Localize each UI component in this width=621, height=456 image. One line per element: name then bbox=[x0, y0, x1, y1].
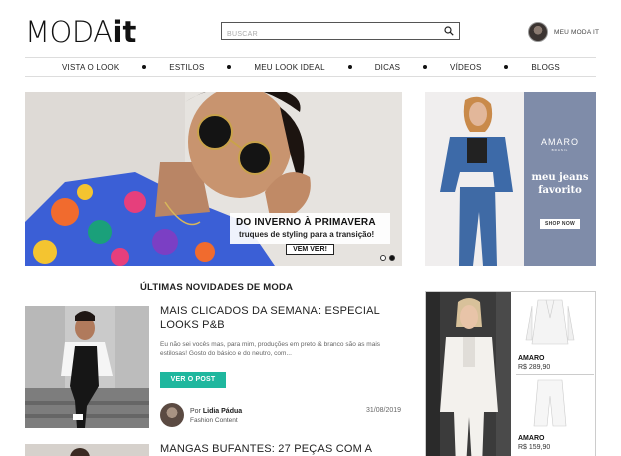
nav-separator bbox=[504, 65, 509, 69]
post-thumbnail[interactable] bbox=[25, 444, 149, 456]
search-icon[interactable] bbox=[444, 26, 454, 36]
read-post-button[interactable]: VER O POST bbox=[160, 372, 226, 388]
nav-item-vista-o-look[interactable]: VISTA O LOOK bbox=[62, 63, 119, 72]
author-avatar[interactable] bbox=[160, 403, 184, 427]
carousel-dot-active[interactable] bbox=[389, 255, 395, 261]
nav-item-blogs[interactable]: BLOGS bbox=[531, 63, 560, 72]
carousel-dots bbox=[380, 255, 395, 261]
carousel-dot[interactable] bbox=[380, 255, 386, 261]
search-box bbox=[221, 22, 460, 43]
post-thumbnail[interactable] bbox=[25, 306, 149, 428]
user-avatar[interactable] bbox=[528, 22, 548, 42]
nav-item-dicas[interactable]: DICAS bbox=[375, 63, 400, 72]
amaro-ad-banner[interactable]: AMARO BRASIL meu jeans favorito SHOP NOW bbox=[425, 92, 596, 266]
amaro-headline-1: meu jeans bbox=[531, 172, 589, 183]
post-date: 31/08/2019 bbox=[366, 407, 402, 414]
nav-separator bbox=[423, 65, 428, 69]
post-title[interactable]: MANGAS BUFANTES: 27 PEÇAS COM A bbox=[160, 443, 372, 455]
ad-product-2[interactable]: AMARO R$ 159,90 bbox=[516, 376, 594, 451]
post-category[interactable]: Fashion Content bbox=[190, 417, 238, 424]
ad-model-image bbox=[426, 292, 511, 456]
post-title[interactable]: MAIS CLICADOS DA SEMANA: ESPECIAL LOOKS … bbox=[160, 304, 395, 332]
ad-product-price: R$ 289,90 bbox=[518, 364, 551, 371]
hero-subtitle: truques de styling para a transição! bbox=[239, 230, 375, 239]
section-title: ÚLTIMAS NOVIDADES DE MODA bbox=[140, 282, 294, 293]
ad-divider bbox=[516, 374, 594, 375]
logo-it: it bbox=[112, 15, 137, 49]
author-prefix: Por bbox=[190, 408, 201, 415]
nav-separator bbox=[227, 65, 232, 69]
nav-item-meu-look-ideal[interactable]: MEU LOOK IDEAL bbox=[254, 63, 324, 72]
amaro-brand-sub: BRASIL bbox=[551, 148, 569, 152]
nav-separator bbox=[347, 65, 352, 69]
ad-product-1[interactable]: AMARO R$ 289,90 bbox=[516, 296, 594, 371]
ad-product-brand: AMARO bbox=[518, 435, 545, 442]
search-input[interactable] bbox=[222, 26, 432, 43]
main-nav: VISTA O LOOK ESTILOS MEU LOOK IDEAL DICA… bbox=[25, 57, 596, 77]
amaro-brand: AMARO bbox=[540, 137, 579, 147]
ad-product-brand: AMARO bbox=[518, 355, 545, 362]
amaro-model-image bbox=[425, 92, 524, 266]
nav-separator bbox=[142, 65, 147, 69]
site-logo[interactable]: MODA it bbox=[25, 15, 136, 47]
ad-product-price: R$ 159,90 bbox=[518, 444, 551, 451]
nav-item-estilos[interactable]: ESTILOS bbox=[169, 63, 204, 72]
account-label[interactable]: MEU MODA IT bbox=[554, 29, 599, 36]
product-ad[interactable]: AMARO R$ 289,90 AMARO R$ 159,90 bbox=[425, 291, 596, 456]
pants-product-image bbox=[520, 376, 580, 428]
account-menu[interactable]: MEU MODA IT bbox=[528, 22, 599, 42]
logo-moda: MODA bbox=[25, 15, 113, 49]
hero-title: DO INVERNO À PRIMAVERA bbox=[236, 217, 376, 228]
amaro-panel: AMARO BRASIL meu jeans favorito SHOP NOW bbox=[524, 92, 596, 266]
hero-cta-button[interactable]: VEM VER! bbox=[286, 244, 334, 255]
author-name[interactable]: Lidia Pádua bbox=[203, 408, 242, 415]
blazer-product-image bbox=[520, 296, 580, 348]
amaro-headline-2: favorito bbox=[538, 185, 582, 196]
post-excerpt: Eu não sei vocês mas, para mim, produçõe… bbox=[160, 341, 381, 357]
nav-item-videos[interactable]: VÍDEOS bbox=[450, 63, 481, 72]
post-author: Por Lidia Pádua bbox=[190, 408, 242, 415]
amaro-shop-button[interactable]: SHOP NOW bbox=[540, 219, 580, 229]
